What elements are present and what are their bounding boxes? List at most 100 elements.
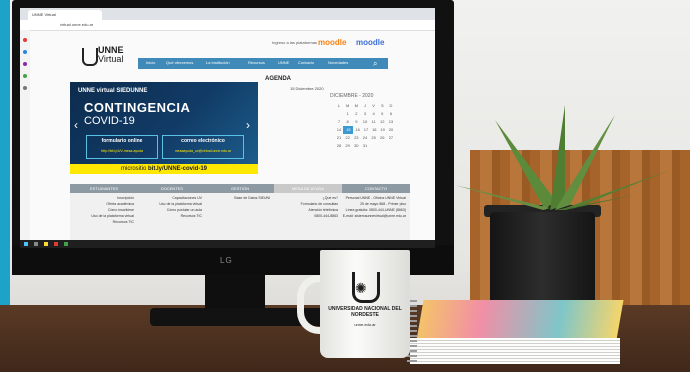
banner-brand: UNNE virtual SIEDUNNE [78,88,148,94]
footer-column-heading: MESA DE AYUDA [274,184,342,193]
calendar-weekday: J [363,103,366,108]
footer-link[interactable]: 0800-444-8863 [274,213,338,219]
app-icon[interactable] [23,50,27,54]
carousel-next-icon[interactable]: › [246,118,250,132]
monitor-screen: UNNE Virtual virtual.unne.edu.ar UNNE Vi… [20,8,435,248]
calendar-day[interactable]: 30 [352,142,360,150]
calendar-day[interactable]: 22 [344,134,352,142]
app-icon[interactable] [23,38,27,42]
calendar-day[interactable]: 31 [361,142,369,150]
box-link: http://bit.ly/UV-mesa-ayuda [100,149,144,153]
calendar-day[interactable]: 14 [335,126,343,134]
footer-column-heading: ESTUDIANTES [70,184,138,193]
app-icon[interactable] [23,62,27,66]
calendar-day[interactable]: 16 [354,126,362,134]
calendar-day[interactable]: 13 [387,118,395,126]
calendar-day[interactable]: 20 [387,126,395,134]
calendar-day[interactable]: 21 [335,134,343,142]
mug-website: unne.edu.ar [354,322,376,327]
calendar-day[interactable]: 4 [370,110,378,118]
moodle-link-2[interactable]: moodle [356,38,384,47]
calendar-day[interactable]: 15 [343,126,354,134]
calendar-grid: L M M J V S D 1 2 3 4 5 6 7 8 9 10 11 12 13 14 15 16 17 18 19 20 21… [335,102,395,150]
moodle-link-1[interactable]: moodle [318,38,346,47]
calendar-day[interactable]: 24 [361,134,369,142]
footer-column-heading: DOCENTES [138,184,206,193]
calendar-day[interactable]: 12 [378,118,386,126]
nav-item[interactable]: Contacto [298,60,314,65]
calendar-day[interactable]: 3 [361,110,369,118]
calendar-day[interactable]: 5 [378,110,386,118]
taskbar-app-icon[interactable] [64,242,68,246]
calendar-week-row: 28 29 30 31 [335,142,395,150]
banner-email-box[interactable]: correo electrónico mesaayuda_uv@virtual.… [162,135,244,159]
carousel-prev-icon[interactable]: ‹ [74,118,78,132]
notebook-cover [416,300,624,340]
browser-tab[interactable]: UNNE Virtual [28,10,102,20]
calendar-day[interactable]: 7 [335,118,343,126]
box-link: mesaayuda_uv@virtual.unne.edu.ar [174,149,232,153]
unne-logo-icon [82,48,98,66]
mug [320,250,410,358]
microsite-bar[interactable]: micrositio bit.ly/UNNE-covid-19 [70,164,258,174]
calendar-day[interactable]: 10 [361,118,369,126]
browser-url[interactable]: virtual.unne.edu.ar [60,22,93,27]
nav-item[interactable]: La Institución [206,60,230,65]
calendar-weekday: V [372,103,375,108]
calendar-day[interactable]: 11 [370,118,378,126]
footer-link[interactable]: Recursos TIC [138,213,202,219]
calendar-week-row: 123456 [335,110,395,118]
calendar-weekday-row: LMMJVSD [335,102,395,110]
calendar-weekday: D [389,103,393,108]
calendar-day[interactable]: 17 [362,126,370,134]
nav-item[interactable]: Novedades [328,60,348,65]
calendar-day[interactable]: 2 [352,110,360,118]
browser-icon[interactable] [54,242,58,246]
mug-university-name: UNIVERSIDAD NACIONAL DEL NORDESTE [328,306,402,318]
calendar-day[interactable]: 18 [370,126,378,134]
calendar-day[interactable]: 1 [344,110,352,118]
nav-item[interactable]: Qué ofrecemos [166,60,193,65]
nav-item[interactable]: Recursos [248,60,265,65]
app-icon[interactable] [23,74,27,78]
sun-emblem-icon: ✺ [355,280,367,296]
calendar-day[interactable]: 8 [344,118,352,126]
site-logo[interactable]: UNNE Virtual [98,46,124,64]
footer-link[interactable]: Recursos TIC [70,219,134,225]
calendar-day[interactable]: 25 [370,134,378,142]
calendar-day[interactable]: 26 [378,134,386,142]
calendar-weekday: L [337,103,341,108]
calendar-day[interactable]: 6 [387,110,395,118]
search-icon[interactable]: ⌕ [373,59,377,69]
banner-subtitle: COVID-19 [84,115,135,127]
taskbar-app-icon[interactable] [34,242,38,246]
start-icon[interactable] [24,242,28,246]
microsite-label: micrositio [120,166,147,172]
calendar-weekday: M [354,103,358,108]
app-icon[interactable] [23,86,27,90]
calendar-week-row: 14 15 16 17 18 19 20 [335,126,395,134]
calendar-day[interactable]: 23 [352,134,360,142]
calendar-day[interactable]: 29 [344,142,352,150]
banner-form-box[interactable]: formulario online http://bit.ly/UV-mesa-… [86,135,158,159]
footer-column-links: Base de Datos SIEUNI [206,195,270,201]
top-links[interactable]: Ingreso a las plataformas [272,40,317,45]
calendar-day[interactable]: 19 [379,126,387,134]
calendar-day[interactable]: 28 [335,142,343,150]
nav-item[interactable]: Inicio [146,60,155,65]
microsite-link[interactable]: bit.ly/UNNE-covid-19 [148,166,207,172]
calendar-day[interactable]: 27 [387,134,395,142]
footer-column-links: ¿Qué es? Formulario de consultas Atención … [274,195,338,219]
calendar-week-row: 21 22 23 24 25 26 27 [335,134,395,142]
footer-link[interactable]: E-mail: sistemaunnevirtual@unne.edu.ar [342,213,406,219]
nav-item[interactable]: UNNE [278,60,289,65]
calendar-day [370,142,378,150]
footer-column-links: Inscripción Oferta académica Cómo inscribi… [70,195,134,225]
footer-columns: ESTUDIANTES Inscripción Oferta académica Có… [70,184,410,244]
footer-column-heading: CONTACTO [342,184,410,193]
calendar-day[interactable]: 9 [352,118,360,126]
folder-icon[interactable] [44,242,48,246]
footer-link[interactable]: Base de Datos SIEUNI [206,195,270,201]
logo-secondary: Virtual [98,54,124,64]
agenda-title: AGENDA [265,76,292,82]
